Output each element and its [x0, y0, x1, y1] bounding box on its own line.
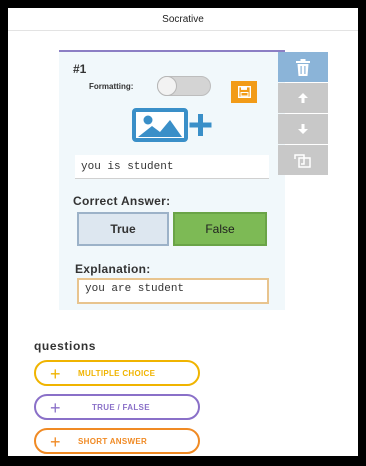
- delete-button[interactable]: [278, 52, 328, 82]
- add-short-answer-button[interactable]: + SHORT ANSWER: [34, 428, 200, 454]
- window-title: Socrative: [162, 13, 204, 25]
- multiple-choice-label: MULTIPLE CHOICE: [78, 368, 156, 378]
- save-button[interactable]: [231, 81, 257, 103]
- image-plus-icon: [132, 108, 212, 142]
- true-false-label: TRUE / FALSE: [92, 402, 150, 412]
- plus-icon: +: [50, 398, 61, 418]
- formatting-toggle[interactable]: [157, 76, 211, 96]
- save-icon: [237, 86, 251, 98]
- add-true-false-button[interactable]: + TRUE / FALSE: [34, 394, 200, 420]
- move-up-button[interactable]: [278, 83, 328, 113]
- short-answer-label: SHORT ANSWER: [78, 436, 148, 446]
- plus-icon: +: [50, 364, 61, 384]
- add-image-button[interactable]: [132, 106, 218, 144]
- plus-icon: +: [50, 432, 61, 452]
- explanation-input[interactable]: you are student: [77, 278, 269, 304]
- arrow-up-icon: [298, 93, 308, 103]
- answer-false-button[interactable]: False: [173, 212, 267, 246]
- add-multiple-choice-button[interactable]: + MULTIPLE CHOICE: [34, 360, 200, 386]
- move-down-button[interactable]: [278, 114, 328, 144]
- questions-heading: questions: [34, 339, 97, 353]
- arrow-down-icon: [298, 124, 308, 134]
- question-text-input[interactable]: you is student: [75, 155, 269, 179]
- duplicate-button[interactable]: [278, 145, 328, 175]
- question-card: #1 Formatting: you is student Correct An…: [59, 50, 285, 310]
- toggle-knob: [157, 76, 177, 96]
- trash-icon: [296, 58, 310, 76]
- copy-icon: [294, 154, 311, 168]
- correct-answer-label: Correct Answer:: [73, 194, 171, 208]
- app-frame: Socrative #1 Formatting: you is student …: [8, 8, 358, 456]
- window-titlebar: Socrative: [8, 8, 358, 31]
- explanation-label: Explanation:: [75, 262, 151, 276]
- question-number: #1: [73, 62, 87, 76]
- answer-true-button[interactable]: True: [77, 212, 169, 246]
- formatting-label: Formatting:: [89, 82, 134, 91]
